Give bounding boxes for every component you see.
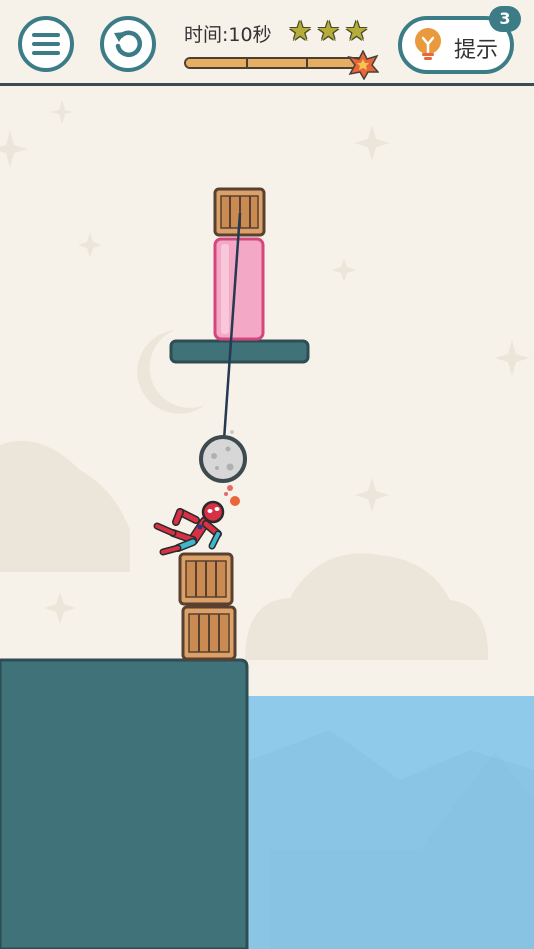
hamburger-menu-icon [32, 33, 60, 55]
lightbulb-icon [415, 28, 441, 60]
sparkle-icon [355, 478, 389, 512]
sparkle-icon [44, 592, 76, 624]
dust-particle [230, 430, 234, 434]
stone-ball [199, 435, 247, 483]
star-icon: ★ [288, 16, 313, 47]
star-icon: ★ [316, 16, 341, 47]
stickman-hero [153, 485, 240, 556]
sparkle-icon [332, 258, 356, 282]
progress-tick [246, 59, 248, 67]
sparkle-icon [0, 130, 28, 168]
star-icon: ★ [344, 16, 369, 47]
hint-count-badge: 3 [489, 6, 521, 32]
pink-block-highlight [221, 244, 229, 334]
progress-tick [306, 59, 308, 67]
time-progress-bar [184, 57, 364, 69]
restart-arrow-icon [114, 30, 143, 57]
cloud-shape [245, 553, 489, 660]
sparkle-icon [354, 125, 390, 161]
menu-button[interactable] [18, 16, 74, 72]
wooden-crate-stack-bottom [181, 605, 237, 661]
hint-label: 提示 [454, 38, 499, 63]
burst-star-icon [347, 50, 379, 80]
top-bar: 时间:10秒 ★ ★ ★ 提示 3 [0, 0, 534, 86]
restart-button[interactable] [100, 16, 156, 72]
game-scene [0, 100, 534, 949]
wooden-crate-stack-top [178, 552, 234, 606]
floating-platform [169, 339, 310, 364]
sparkle-icon [50, 100, 74, 124]
time-progress-fill [186, 59, 362, 67]
timer-label: 时间:10秒 [184, 24, 272, 46]
sparkle-icon [78, 232, 102, 258]
background-decor [0, 100, 530, 660]
sparkle-icon [494, 340, 530, 376]
star-rating: ★ ★ ★ [288, 18, 369, 45]
cloud-shape [0, 440, 130, 572]
ground-cliff [0, 658, 249, 949]
